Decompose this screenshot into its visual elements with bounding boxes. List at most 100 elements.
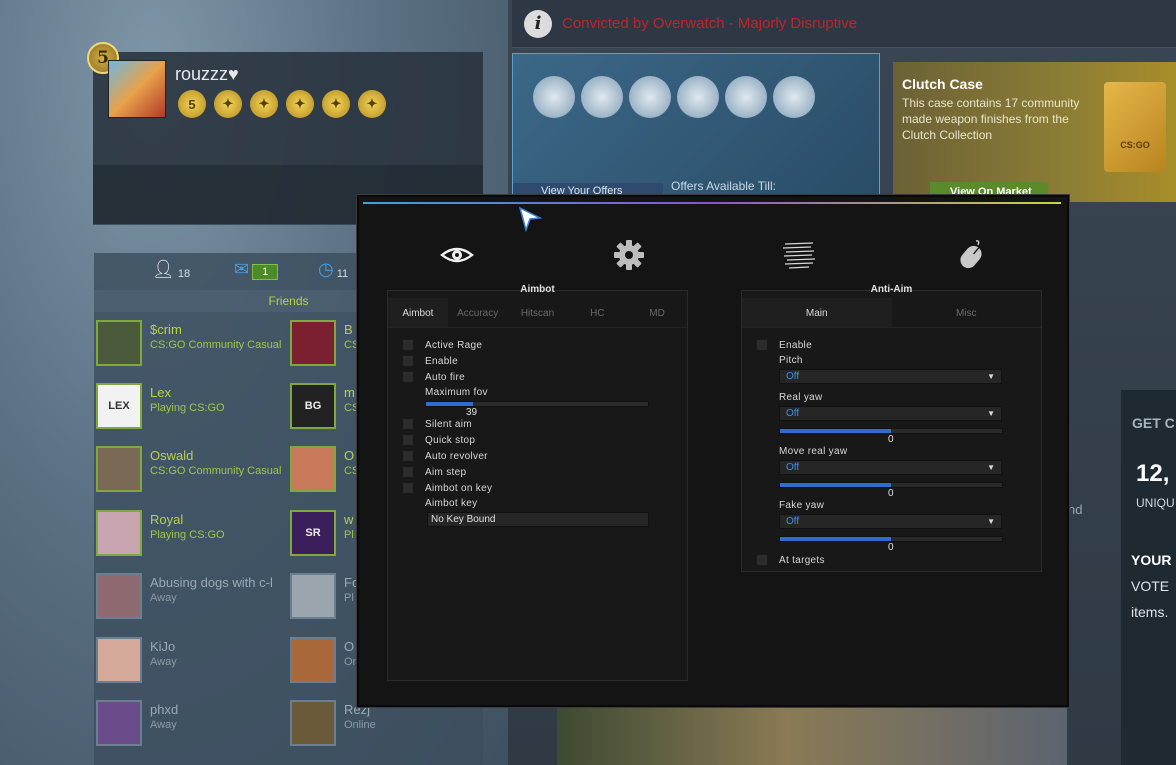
gear-icon (614, 240, 644, 270)
aa-enable-checkbox[interactable] (756, 339, 768, 351)
active-rage-checkbox[interactable] (402, 339, 414, 351)
tab-aimbot-main[interactable]: Aimbot (388, 298, 448, 327)
friend-avatar[interactable] (290, 637, 336, 683)
aimbot-key-field[interactable]: No Key Bound (427, 512, 649, 527)
pitch-dropdown[interactable]: Off ▼ (779, 369, 1002, 384)
friend-avatar[interactable] (290, 573, 336, 619)
friend-avatar[interactable] (290, 446, 336, 492)
active-rage-row[interactable]: Active Rage (402, 339, 482, 351)
fake-yaw-slider-fill (780, 537, 891, 541)
quick-stop-row[interactable]: Quick stop (402, 434, 475, 446)
at-targets-label: At targets (779, 554, 825, 566)
tab-settings[interactable] (609, 237, 649, 273)
friend-name: KiJo (150, 639, 176, 654)
aa-enable-label: Enable (779, 339, 812, 351)
friend-item[interactable]: Royal Playing CS:GO (96, 510, 225, 556)
offers-available-text: Offers Available Till: (671, 179, 776, 193)
friend-avatar[interactable] (96, 700, 142, 746)
friend-status: Away (150, 592, 177, 604)
friend-avatar[interactable] (96, 510, 142, 556)
aimbot-on-key-row[interactable]: Aimbot on key (402, 482, 492, 494)
auto-fire-checkbox[interactable] (402, 371, 414, 383)
tab-main[interactable]: Main (742, 298, 892, 327)
avatar[interactable] (108, 60, 166, 118)
cheat-menu[interactable]: Aimbot Aimbot Accuracy Hitscan HC MD Act… (356, 194, 1070, 708)
max-fov-slider[interactable] (425, 401, 649, 407)
friend-avatar[interactable]: SR (290, 510, 336, 556)
clutch-case-card[interactable]: Clutch Case This case contains 17 commun… (893, 62, 1176, 202)
tab-misc[interactable] (951, 237, 991, 273)
medal-icon[interactable]: ✦ (358, 90, 386, 118)
friend-status: Away (150, 719, 177, 731)
medal-icon[interactable]: ✦ (214, 90, 242, 118)
friend-item[interactable]: phxd Away (96, 700, 178, 746)
friend-item[interactable]: O CS (290, 446, 359, 492)
friends-count: 18 (177, 268, 191, 280)
friend-item[interactable]: Abusing dogs with c-l Away (96, 573, 273, 619)
lines-icon (782, 242, 816, 269)
friend-item[interactable]: SR w Pl (290, 510, 354, 556)
sticker-capsule-icon (677, 76, 719, 118)
mail-tab[interactable]: ✉ 1 (234, 259, 279, 280)
friend-item[interactable]: O On (290, 637, 359, 683)
enable-row[interactable]: Enable (402, 355, 458, 367)
fake-yaw-dropdown[interactable]: Off ▼ (779, 514, 1002, 529)
tab-hitscan[interactable]: Hitscan (508, 298, 568, 327)
at-targets-checkbox[interactable] (756, 554, 768, 566)
move-real-yaw-dropdown[interactable]: Off ▼ (779, 460, 1002, 475)
tab-hc[interactable]: HC (567, 298, 627, 327)
enable-checkbox[interactable] (402, 355, 414, 367)
quick-stop-checkbox[interactable] (402, 434, 414, 446)
tab-accuracy[interactable]: Accuracy (448, 298, 508, 327)
friend-avatar[interactable]: LEX (96, 383, 142, 429)
friend-avatar[interactable] (290, 700, 336, 746)
medal-icon[interactable]: ✦ (250, 90, 278, 118)
friend-avatar[interactable] (290, 320, 336, 366)
aimbot-on-key-checkbox[interactable] (402, 482, 414, 494)
tab-aimbot[interactable] (437, 237, 477, 273)
vote-label[interactable]: VOTE (1131, 578, 1169, 594)
aim-step-checkbox[interactable] (402, 466, 414, 478)
friend-item[interactable]: $crim CS:GO Community Casual (96, 320, 281, 366)
tab-visuals[interactable] (779, 237, 819, 273)
person-icon: 👤︎ (152, 259, 175, 279)
silent-aim-row[interactable]: Silent aim (402, 418, 472, 430)
store-offer-card[interactable]: View Your Offers Offers Available Till: (512, 53, 880, 200)
real-yaw-label: Real yaw (779, 392, 823, 403)
friend-item[interactable]: Oswald CS:GO Community Casual (96, 446, 281, 492)
friend-avatar[interactable] (96, 320, 142, 366)
aim-step-row[interactable]: Aim step (402, 466, 466, 478)
medal-icon[interactable]: ✦ (286, 90, 314, 118)
auto-fire-row[interactable]: Auto fire (402, 371, 465, 383)
tab-misc-aa[interactable]: Misc (892, 298, 1042, 327)
auto-revolver-checkbox[interactable] (402, 450, 414, 462)
real-yaw-slider-fill (780, 429, 891, 433)
friends-tab[interactable]: 👤︎ 18 (152, 259, 190, 280)
fake-yaw-label: Fake yaw (779, 500, 825, 511)
overwatch-notice[interactable]: i Convicted by Overwatch - Majorly Disru… (512, 0, 1176, 48)
tab-md[interactable]: MD (627, 298, 687, 327)
friend-item[interactable]: B CS (290, 320, 359, 366)
friend-item[interactable]: Fo Pl (290, 573, 359, 619)
auto-revolver-row[interactable]: Auto revolver (402, 450, 488, 462)
medal-icon[interactable]: 5 (178, 90, 206, 118)
at-targets-row[interactable]: At targets (756, 554, 825, 566)
recent-tab[interactable]: ◷ 11 (318, 259, 348, 280)
chevron-down-icon: ▼ (987, 409, 995, 418)
medal-icon[interactable]: ✦ (322, 90, 350, 118)
username[interactable]: rouzzz♥ (175, 64, 239, 85)
silent-aim-checkbox[interactable] (402, 418, 414, 430)
friend-item[interactable]: KiJo Away (96, 637, 177, 683)
antiaim-group: Anti-Aim Main Misc Enable Pitch Off ▼ Re… (741, 284, 1042, 572)
friend-avatar[interactable] (96, 573, 142, 619)
enable-label: Enable (425, 355, 458, 367)
aa-enable-row[interactable]: Enable (756, 339, 812, 351)
friend-item[interactable]: LEX Lex Playing CS:GO (96, 383, 225, 429)
real-yaw-dropdown[interactable]: Off ▼ (779, 406, 1002, 421)
friend-avatar[interactable]: BG (290, 383, 336, 429)
auto-fire-label: Auto fire (425, 371, 465, 383)
friend-status: CS:GO Community Casual (150, 339, 282, 351)
friend-avatar[interactable] (96, 446, 142, 492)
friend-item[interactable]: BG m CS (290, 383, 359, 429)
friend-avatar[interactable] (96, 637, 142, 683)
